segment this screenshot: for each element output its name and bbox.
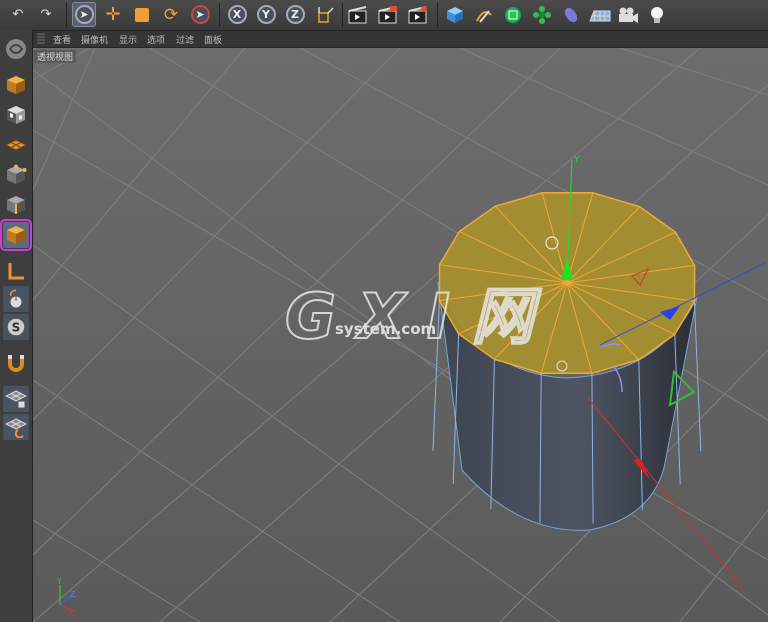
cube-icon — [447, 6, 463, 23]
rotate-icon: ⟳ — [163, 4, 179, 25]
viewport-scene[interactable]: Y Y X Z G X I 网 system.com — [33, 48, 768, 622]
viewport-grip-icon — [37, 33, 45, 44]
polygons-cube-icon — [7, 226, 25, 244]
rotate-tool-button[interactable]: ⟳ — [159, 2, 183, 27]
points-cube-icon — [7, 164, 27, 184]
light-bulb-icon — [651, 6, 663, 23]
menu-options[interactable]: 选项 — [147, 33, 165, 46]
grid-lock-icon — [5, 390, 27, 409]
subdivision-surface-button[interactable] — [501, 2, 525, 27]
subdivision-icon — [505, 6, 521, 23]
z-axis-lock-button[interactable]: Z — [283, 2, 307, 27]
watermark: G X I 网 system.com — [284, 279, 544, 354]
move-tool-button[interactable]: ✛ — [101, 2, 125, 27]
left-mode-palette: S — [0, 30, 33, 622]
perspective-viewport[interactable]: Y Y X Z G X I 网 system.com — [33, 48, 768, 622]
toolbar-separator — [437, 3, 438, 27]
snap-s-icon: S — [6, 317, 26, 337]
cube-model-icon — [7, 76, 25, 94]
watermark-sub-text: system.com — [335, 320, 436, 338]
menu-filter[interactable]: 过滤 — [176, 33, 194, 46]
render-region-button[interactable] — [376, 2, 400, 27]
undo-icon: ↶ — [12, 7, 24, 22]
svg-text:Y: Y — [56, 577, 62, 586]
floor-object-button[interactable] — [588, 2, 612, 27]
workplane-align-button[interactable] — [3, 414, 29, 440]
camera-icon — [619, 7, 638, 23]
menu-panel[interactable]: 面板 — [204, 33, 222, 46]
last-tool-button[interactable]: ➤ — [188, 2, 212, 27]
toolbar-separator — [66, 3, 67, 27]
texture-mode-button[interactable] — [3, 102, 29, 128]
y-axis-icon: Y — [256, 5, 276, 24]
workplane-mode-button[interactable] — [3, 132, 29, 158]
cloner-button[interactable] — [530, 2, 554, 27]
z-axis-icon: Z — [285, 5, 305, 24]
edges-mode-button[interactable] — [3, 192, 29, 218]
clapper-icon — [378, 5, 397, 23]
polygons-mode-button[interactable] — [0, 219, 32, 251]
make-editable-icon — [6, 39, 26, 59]
svg-text:S: S — [12, 321, 21, 335]
deformer-button[interactable] — [559, 2, 583, 27]
checker-cube-icon — [7, 106, 25, 124]
y-axis-label: Y — [573, 155, 580, 165]
model-mode-button[interactable] — [3, 72, 29, 98]
workplane-lock-button[interactable] — [3, 386, 29, 412]
clapper-gear-icon — [408, 5, 427, 23]
tweak-mode-button[interactable] — [3, 286, 29, 312]
viewport-title: 透视视图 — [34, 50, 77, 63]
scale-icon — [135, 7, 149, 22]
y-axis-lock-button[interactable]: Y — [254, 2, 278, 27]
edges-cube-icon — [7, 196, 25, 214]
svg-text:Z: Z — [70, 590, 76, 599]
pen-icon — [476, 9, 492, 23]
live-selection-button[interactable]: ➤ — [72, 2, 96, 27]
light-object-button[interactable] — [645, 2, 669, 27]
menu-view[interactable]: 查看 — [53, 33, 71, 46]
toolbar-separator — [342, 3, 343, 27]
mouse-icon — [9, 289, 23, 309]
menu-display[interactable]: 显示 — [119, 33, 137, 46]
coordinate-system-icon — [318, 6, 334, 23]
clapper-icon — [348, 5, 367, 23]
x-axis-lock-button[interactable]: X — [225, 2, 249, 27]
axis-mode-button[interactable] — [3, 258, 29, 284]
points-mode-button[interactable] — [3, 162, 29, 188]
viewport-menubar: 查看 摄像机 显示 选项 过滤 面板 — [33, 31, 768, 48]
watermark-main-text: G X I 网 — [285, 280, 543, 353]
workplane-icon — [4, 139, 28, 151]
magnet-icon — [8, 355, 24, 372]
move-icon: ✛ — [105, 4, 121, 25]
scale-tool-button[interactable] — [130, 2, 154, 27]
svg-text:X: X — [68, 609, 74, 618]
snap-button[interactable]: S — [3, 314, 29, 340]
cursor-icon: ➤ — [190, 5, 210, 24]
redo-icon: ↷ — [40, 7, 52, 22]
render-settings-button[interactable] — [406, 2, 430, 27]
undo-button[interactable]: ↶ — [6, 2, 30, 27]
x-axis-icon: X — [227, 5, 247, 24]
selection-cursor-icon: ➤ — [74, 5, 94, 24]
grid-rotate-icon — [5, 418, 27, 438]
cube-object-button[interactable] — [443, 2, 467, 27]
spline-pen-button[interactable] — [472, 2, 496, 27]
floor-grid-icon — [589, 10, 611, 21]
render-view-button[interactable] — [346, 2, 370, 27]
axis-l-icon — [8, 263, 24, 280]
make-editable-button[interactable] — [3, 36, 29, 62]
deformer-icon — [564, 7, 578, 22]
toolbar-separator — [219, 3, 220, 27]
redo-button[interactable]: ↷ — [34, 2, 58, 27]
main-toolbar: ↶ ↷ ➤ ✛ ⟳ ➤ X Y Z — [0, 0, 768, 31]
menu-camera[interactable]: 摄像机 — [81, 33, 108, 46]
cloner-icon — [533, 5, 551, 24]
magnet-button[interactable] — [3, 350, 29, 376]
camera-object-button[interactable] — [616, 2, 640, 27]
coordinate-system-button[interactable] — [313, 2, 337, 27]
